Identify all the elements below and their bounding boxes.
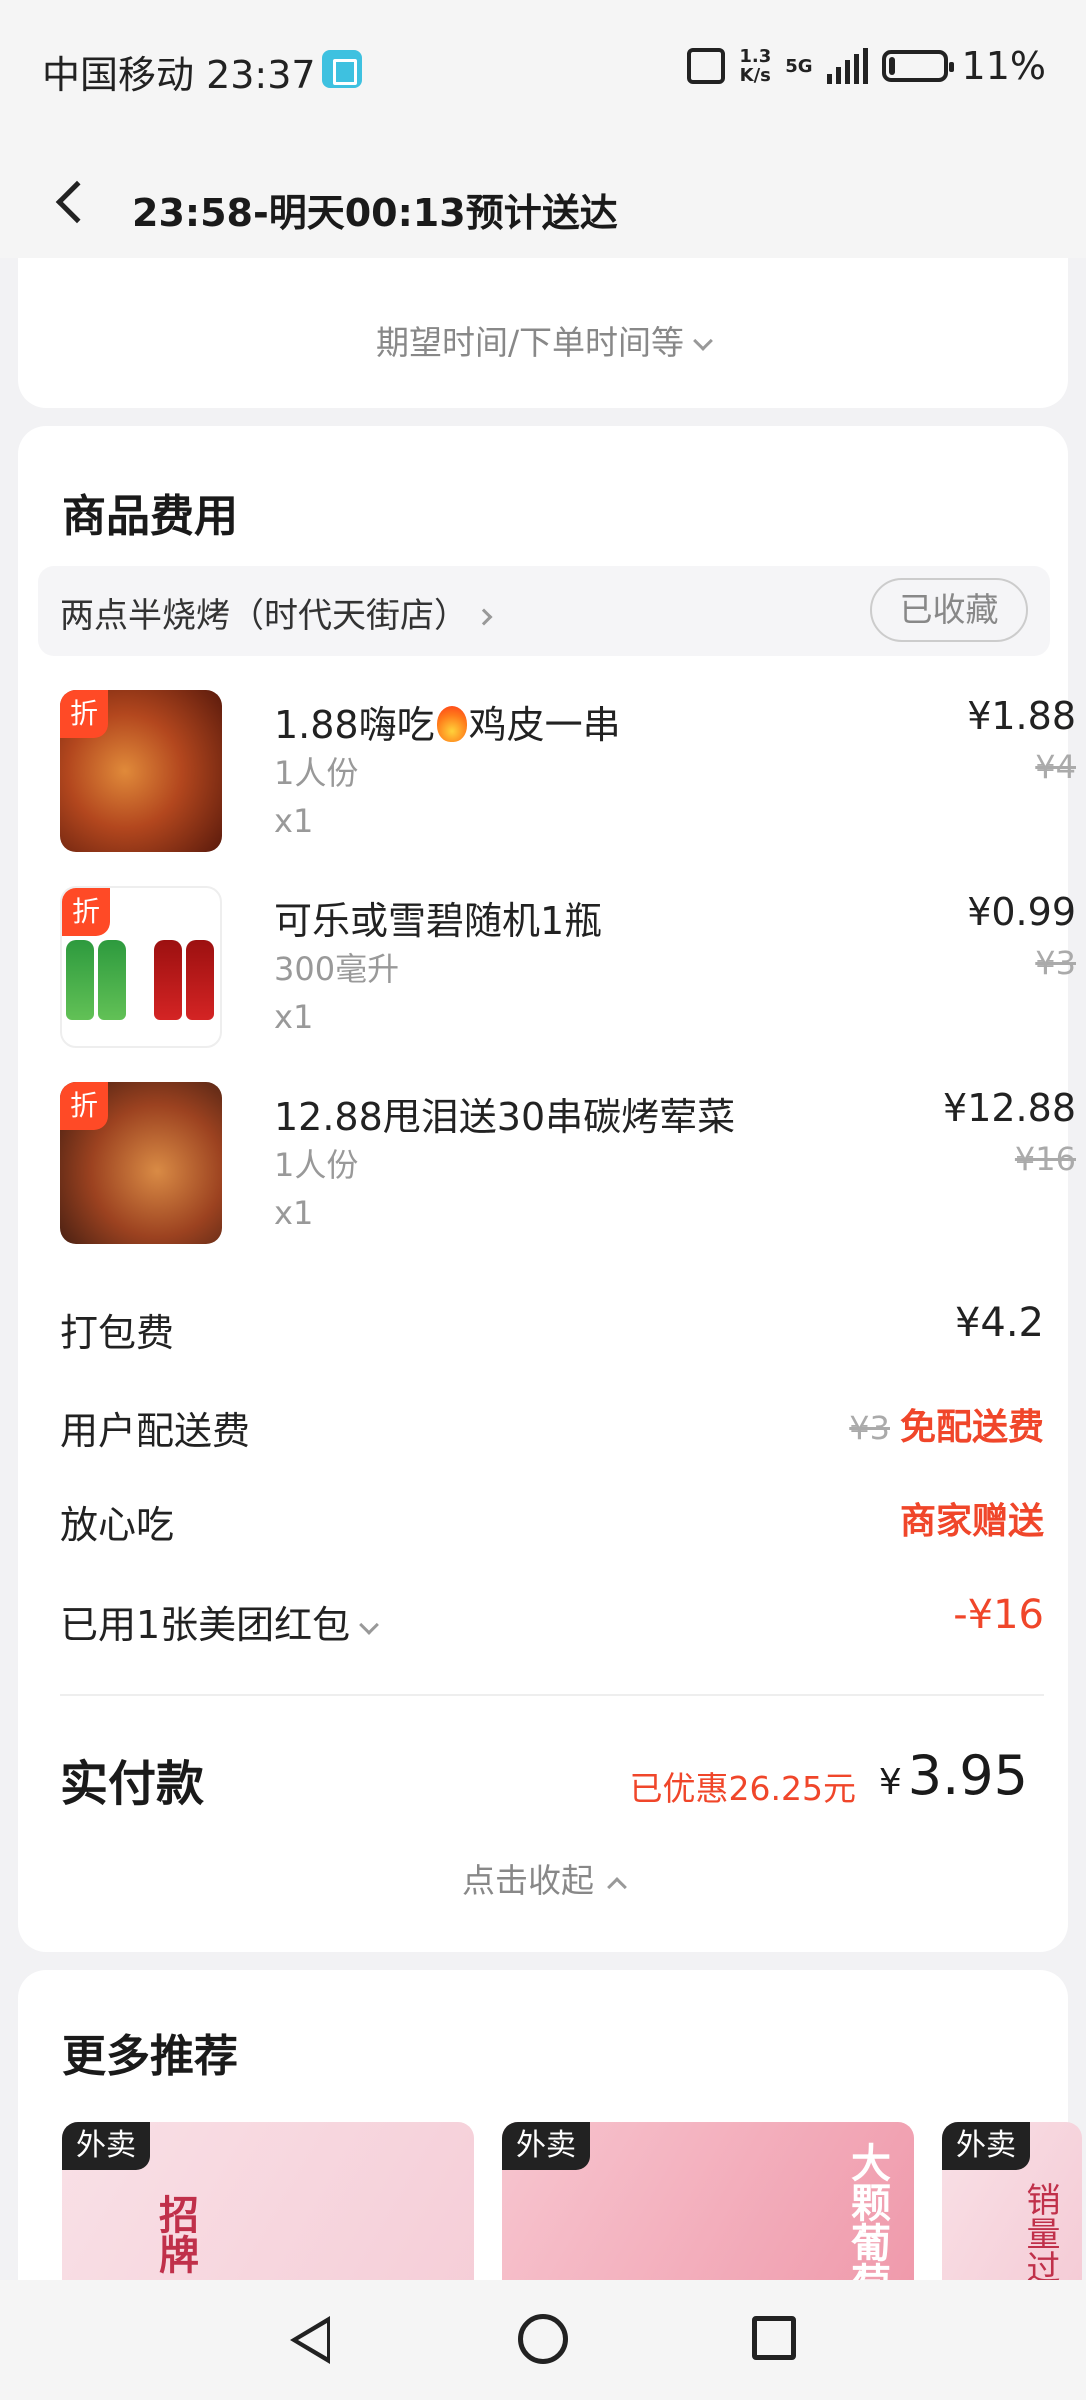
product-price: ¥12.88 <box>943 1086 1076 1130</box>
store-name: 两点半烧烤（时代天街店） <box>60 596 468 636</box>
list-item[interactable]: 折 可乐或雪碧随机1瓶 300毫升 x1 ¥0.99 ¥3 <box>60 886 1076 1056</box>
discount-badge: 折 <box>60 1082 108 1130</box>
packing-fee-value: ¥4.2 <box>954 1300 1044 1346</box>
network-type: 5G <box>785 55 813 77</box>
status-icons: 1.3 K/s 5G 11% <box>687 44 1046 88</box>
product-name: 可乐或雪碧随机1瓶 <box>274 899 603 943</box>
product-qty: x1 <box>274 1194 314 1232</box>
product-spec: 300毫升 <box>274 950 400 988</box>
product-price: ¥1.88 <box>967 694 1076 738</box>
product-image: 折 <box>60 886 222 1048</box>
delivery-fee-row: 用户配送费 ¥3 免配送费 <box>60 1394 1044 1454</box>
total-label: 实付款 <box>60 1756 205 1812</box>
chevron-down-icon <box>359 1615 380 1635</box>
section-title: 商品费用 <box>62 491 238 542</box>
nav-home-icon[interactable] <box>518 2314 568 2364</box>
product-original-price: ¥3 <box>1035 944 1076 982</box>
list-item[interactable]: 折 12.88甩泪送30串碳烤荤菜 1人份 x1 ¥12.88 ¥16 <box>60 1082 1076 1252</box>
total-amount-value: 3.95 <box>907 1744 1028 1807</box>
back-icon[interactable] <box>55 180 99 224</box>
delivery-fee-original: ¥3 <box>849 1409 890 1447</box>
chevron-down-icon <box>693 331 713 351</box>
net-speed-value: 1.3 <box>739 46 772 67</box>
product-name-part: 1.88嗨吃 <box>274 703 435 747</box>
takeout-badge: 外卖 <box>942 2122 1030 2170</box>
carrier-time: 中国移动 23:37 <box>42 53 316 97</box>
coupon-value: -¥16 <box>953 1592 1044 1638</box>
battery-percent: 11% <box>961 44 1046 88</box>
signal-icon <box>826 48 868 84</box>
system-nav-bar <box>0 2280 1086 2400</box>
product-original-price: ¥16 <box>1014 1140 1076 1178</box>
page-title: 23:58-明天00:13预计送达 <box>132 191 618 235</box>
recommend-item-text: 大颗葡萄 <box>844 2142 890 2302</box>
favorite-button[interactable]: 已收藏 <box>870 578 1028 642</box>
divider <box>60 1694 1044 1696</box>
safe-eat-value: 商家赠送 <box>899 1501 1044 1542</box>
store-bar: 两点半烧烤（时代天街店） 已收藏 <box>38 566 1050 656</box>
safe-eat-row: 放心吃 商家赠送 <box>60 1488 1044 1548</box>
total-saved: 已优惠26.25元 <box>629 1769 856 1808</box>
delivery-card: 期望时间/下单时间等 <box>18 258 1068 408</box>
header: 23:58-明天00:13预计送达 <box>0 140 1086 258</box>
product-name: 12.88甩泪送30串碳烤荤菜 <box>274 1095 736 1139</box>
coupon-label: 已用1张美团红包 <box>60 1594 380 1649</box>
collapse-toggle[interactable]: 点击收起 <box>18 1854 1068 1902</box>
vibrate-icon <box>687 48 726 84</box>
product-spec: 1人份 <box>274 754 359 792</box>
delivery-fee-value: ¥3 免配送费 <box>849 1398 1044 1450</box>
product-price: ¥0.99 <box>967 890 1076 934</box>
delivery-time-toggle[interactable]: 期望时间/下单时间等 <box>18 316 1068 364</box>
free-delivery-text: 免配送费 <box>899 1407 1044 1448</box>
net-speed-unit: K/s <box>739 65 771 86</box>
delivery-fee-label: 用户配送费 <box>60 1409 251 1453</box>
product-qty: x1 <box>274 998 314 1036</box>
nav-recent-apps-icon[interactable] <box>752 2316 796 2360</box>
product-image: 折 <box>60 690 222 852</box>
packing-fee-label: 打包费 <box>60 1311 175 1355</box>
goods-card: 商品费用 两点半烧烤（时代天街店） 已收藏 折 1.88嗨吃 鸡皮一串 1人份 x… <box>18 426 1076 1952</box>
status-bar: 中国移动 23:37 1.3 K/s 5G 11% <box>0 0 1086 140</box>
product-spec: 1人份 <box>274 1146 359 1184</box>
recommend-title: 更多推荐 <box>62 2031 238 2082</box>
product-original-price: ¥4 <box>1035 748 1076 786</box>
discount-badge: 折 <box>62 888 110 936</box>
reader-app-icon <box>322 50 362 88</box>
total-amount: ¥3.95 <box>879 1744 1028 1807</box>
nav-back-icon[interactable] <box>290 2316 330 2364</box>
chevron-right-icon <box>475 608 493 626</box>
coupon-label-text: 已用1张美团红包 <box>60 1603 351 1647</box>
list-item[interactable]: 折 1.88嗨吃 鸡皮一串 1人份 x1 ¥1.88 ¥4 <box>60 690 1076 860</box>
fire-icon <box>436 705 467 742</box>
takeout-badge: 外卖 <box>62 2122 150 2170</box>
battery-icon <box>881 50 954 82</box>
product-name: 1.88嗨吃 鸡皮一串 <box>274 694 621 749</box>
chevron-up-icon <box>607 1877 627 1897</box>
coupon-row[interactable]: 已用1张美团红包 -¥16 <box>60 1588 1044 1648</box>
currency-symbol: ¥ <box>878 1762 902 1803</box>
delivery-hint-text: 期望时间/下单时间等 <box>375 323 685 362</box>
safe-eat-label: 放心吃 <box>60 1503 175 1547</box>
product-name-part: 鸡皮一串 <box>468 703 621 747</box>
recommend-item-text: 销量过 <box>1020 2182 1060 2284</box>
recommend-item-text: 招牌 <box>152 2194 198 2274</box>
collapse-text: 点击收起 <box>462 1861 594 1900</box>
product-qty: x1 <box>274 802 314 840</box>
net-speed: 1.3 K/s <box>739 47 771 85</box>
packing-fee-row: 打包费 ¥4.2 <box>60 1296 1044 1356</box>
product-image: 折 <box>60 1082 222 1244</box>
takeout-badge: 外卖 <box>502 2122 590 2170</box>
store-link[interactable]: 两点半烧烤（时代天街店） <box>60 588 493 637</box>
discount-badge: 折 <box>60 690 108 738</box>
